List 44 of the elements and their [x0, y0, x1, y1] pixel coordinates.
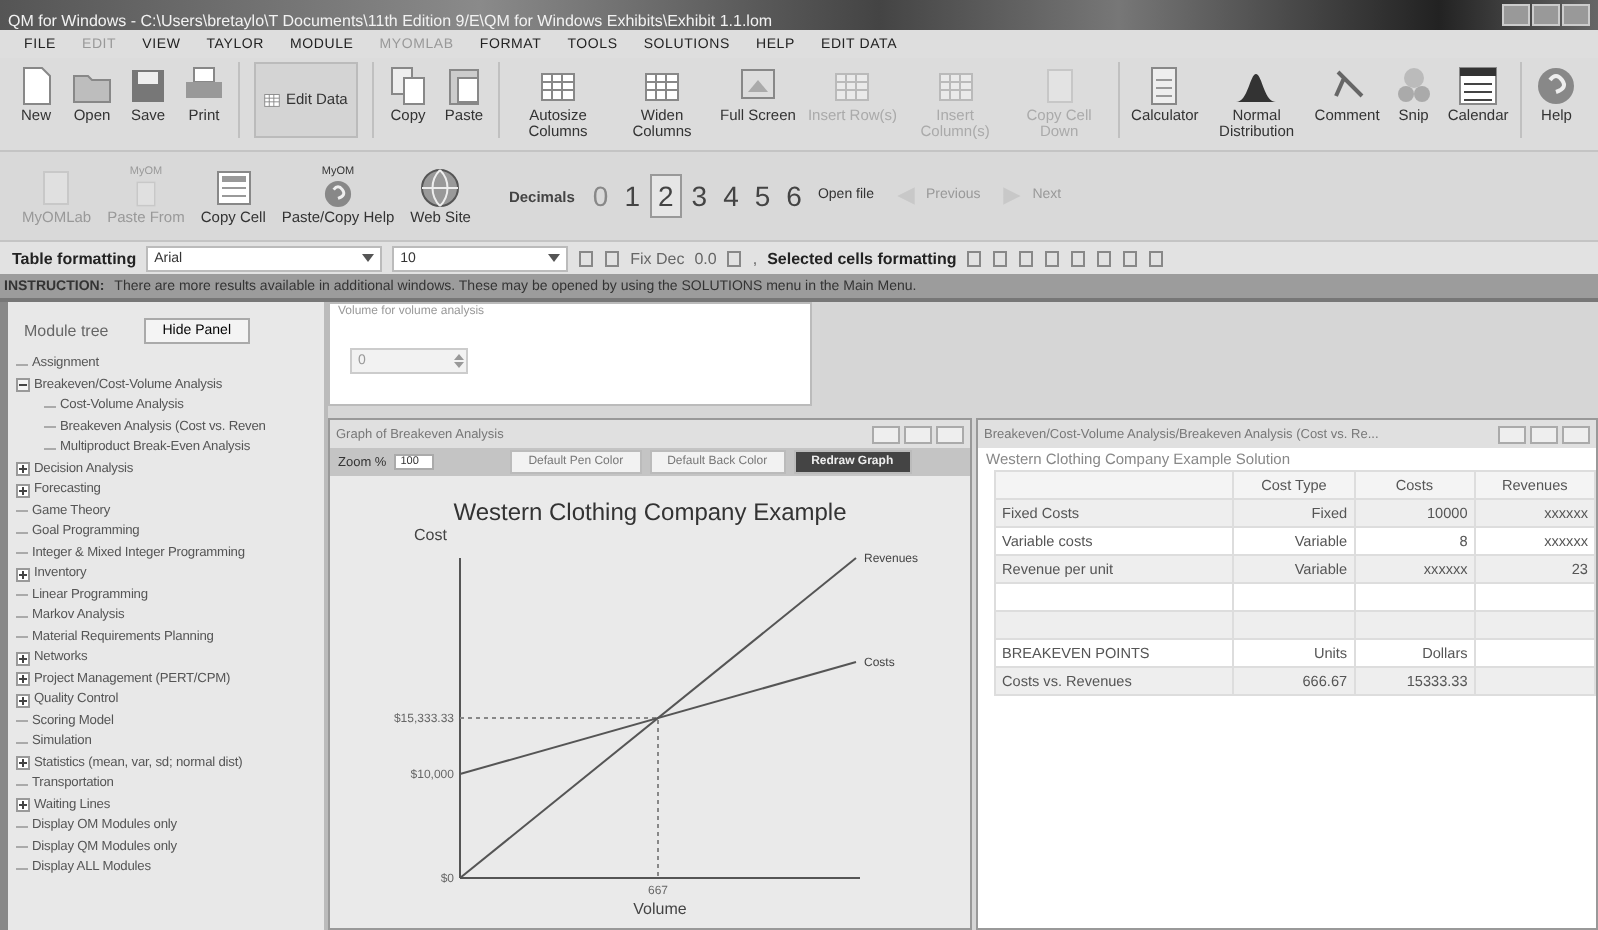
- decimal-format-button[interactable]: 0.0: [694, 249, 717, 267]
- selected-cells-label: Selected cells formatting: [767, 249, 957, 267]
- caret-icon: [548, 254, 561, 262]
- window-title: QM for Windows - C:\Users\bretaylo\T Documents\11th Edition 9/E\QM for Windows Exhibits\Exhibit 1.1.lom: [6, 10, 773, 34]
- decimals-option[interactable]: 2: [649, 174, 682, 218]
- axis-title: Volume: [633, 900, 687, 918]
- globe-icon: [418, 166, 463, 210]
- calendar-icon: [1456, 64, 1501, 108]
- graph-title: Western Clothing Company Example: [453, 498, 847, 526]
- maximize-button[interactable]: [1530, 425, 1558, 443]
- comma-button[interactable]: ,: [752, 249, 758, 267]
- grid-icon: [262, 90, 282, 110]
- panel-title: Module tree: [24, 322, 109, 340]
- help-icon: [1534, 64, 1579, 108]
- close-button[interactable]: [936, 425, 964, 443]
- decimals-option[interactable]: 5: [748, 176, 777, 216]
- expand-icon[interactable]: [16, 462, 30, 477]
- close-button[interactable]: [1562, 4, 1590, 26]
- spinner-arrows-icon[interactable]: [452, 352, 466, 370]
- expand-icon[interactable]: [16, 672, 30, 687]
- table-formatting-label: Table formatting: [12, 249, 137, 267]
- decimals-option[interactable]: 3: [685, 176, 714, 216]
- minimize-button[interactable]: [1502, 4, 1530, 26]
- expand-icon[interactable]: [16, 483, 30, 498]
- help-icon: [322, 178, 355, 210]
- expand-icon[interactable]: [16, 651, 30, 666]
- minimize-button[interactable]: [1498, 425, 1526, 443]
- expand-icon[interactable]: [16, 693, 30, 708]
- decimals-option[interactable]: 4: [717, 176, 745, 216]
- copy-icon: [386, 64, 430, 108]
- maximize-button[interactable]: [904, 425, 932, 443]
- expand-icon[interactable]: [16, 798, 30, 813]
- decimals-option[interactable]: 1: [618, 176, 646, 216]
- spreadsheet-icon: [211, 166, 256, 210]
- minimize-button[interactable]: [872, 425, 900, 443]
- close-button[interactable]: [1562, 425, 1590, 443]
- fix-decimals-button[interactable]: Fix Dec: [630, 249, 685, 267]
- collapse-icon[interactable]: [16, 378, 30, 393]
- decimals-option[interactable]: 6: [780, 176, 808, 216]
- axis-title: Cost: [414, 526, 447, 544]
- expand-icon[interactable]: [16, 756, 30, 771]
- expand-icon[interactable]: [16, 567, 30, 582]
- caret-icon: [362, 254, 375, 262]
- maximize-button[interactable]: [1532, 4, 1560, 26]
